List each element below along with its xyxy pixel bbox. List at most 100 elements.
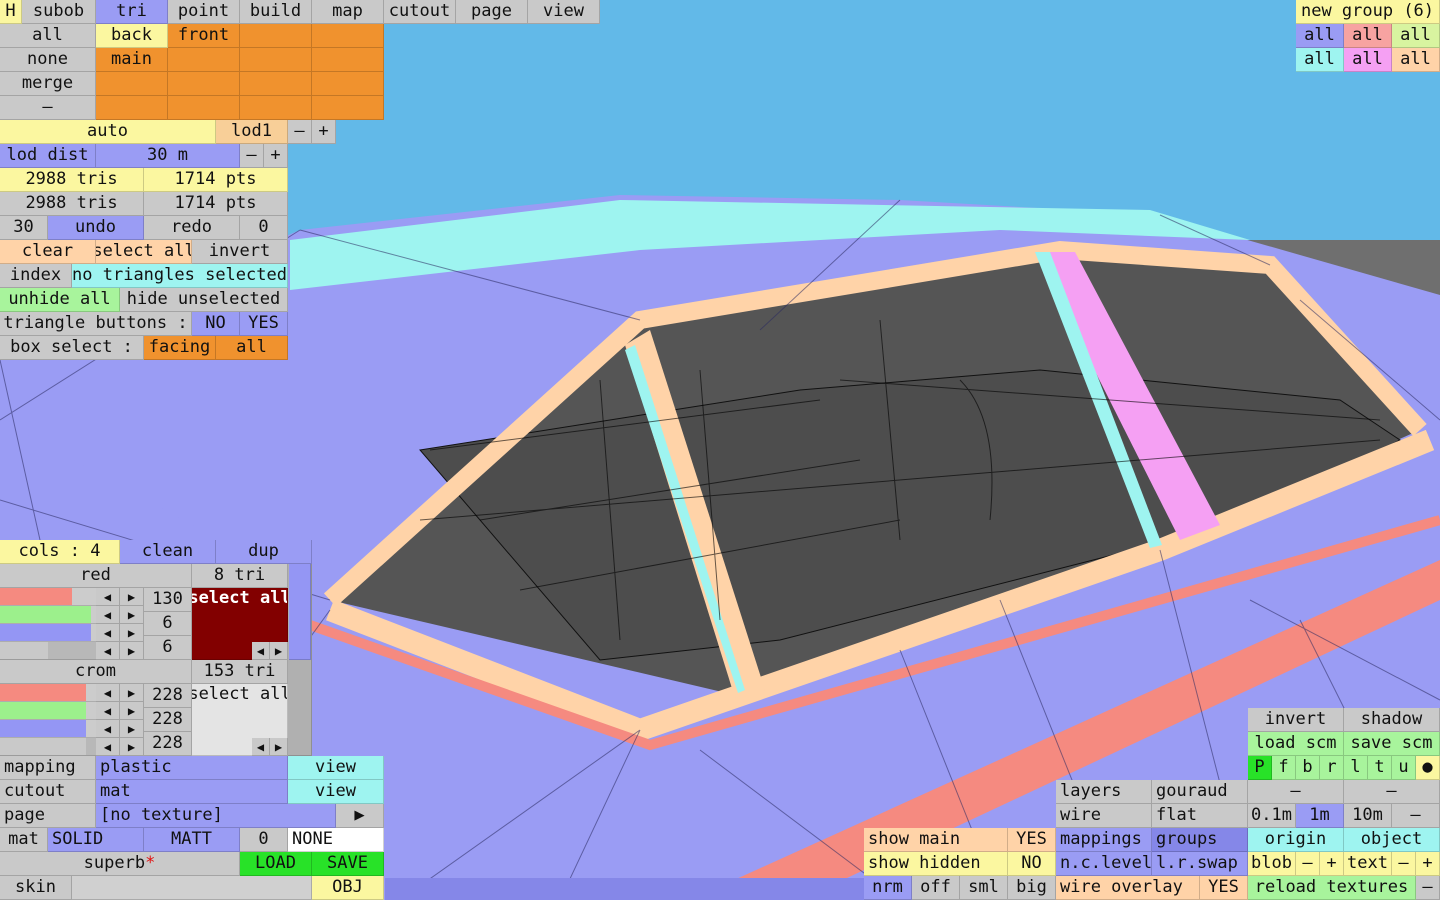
save-scm-button[interactable]: save scm (1344, 732, 1440, 756)
merge-button[interactable]: merge (0, 72, 96, 96)
dash-button[interactable]: – (0, 96, 96, 120)
green-channel-slider[interactable] (0, 606, 96, 624)
gouraud-button[interactable]: gouraud (1152, 780, 1248, 804)
invert-selection-button[interactable]: invert (192, 240, 288, 264)
blob-minus-button[interactable]: – (1296, 852, 1320, 876)
hide-unselected-button[interactable]: hide unselected (120, 288, 288, 312)
colour-name-red[interactable]: red (0, 564, 192, 588)
object-button[interactable]: object (1344, 828, 1440, 852)
view-dot-icon[interactable]: ● (1416, 756, 1440, 780)
text-plus-button[interactable]: + (1416, 852, 1440, 876)
reload-textures-button[interactable]: reload textures (1248, 876, 1416, 900)
green-increase-icon[interactable]: ▶ (120, 606, 144, 624)
new-group-button[interactable]: new group (6) (1296, 0, 1440, 24)
view-perspective-button[interactable]: P (1248, 756, 1272, 780)
group-all-yellow[interactable]: all (1392, 24, 1440, 48)
show-main-toggle[interactable]: YES (1008, 828, 1056, 852)
lod-plus-button[interactable]: + (312, 120, 336, 144)
unhide-all-button[interactable]: unhide all (0, 288, 120, 312)
triangle-buttons-no[interactable]: NO (192, 312, 240, 336)
colour-name-crom[interactable]: crom (0, 660, 192, 684)
dup-colour-button[interactable]: dup (216, 540, 312, 564)
crom-swatch-prev-icon[interactable]: ◀ (252, 738, 270, 756)
group-slot[interactable] (168, 48, 240, 72)
cutout-view-button[interactable]: view (288, 780, 384, 804)
group-slot[interactable] (312, 24, 384, 48)
mat-none-field[interactable]: NONE (288, 828, 384, 852)
group-slot[interactable] (240, 72, 312, 96)
view-back-button[interactable]: b (1296, 756, 1320, 780)
red-channel-slider[interactable] (0, 588, 96, 606)
mapping-view-button[interactable]: view (288, 756, 384, 780)
tab-build[interactable]: build (240, 0, 312, 24)
group-slot[interactable] (240, 24, 312, 48)
swatch-next-icon[interactable]: ▶ (270, 642, 288, 660)
blue-decrease-icon[interactable]: ◀ (96, 624, 120, 642)
crom-green-slider[interactable] (0, 702, 96, 720)
lr-swap-button[interactable]: l.r.swap (1152, 852, 1248, 876)
save-button[interactable]: SAVE (312, 852, 384, 876)
group-all-magenta[interactable]: all (1344, 48, 1392, 72)
crom-red-decrease-icon[interactable]: ◀ (96, 684, 120, 702)
texture-field[interactable]: [no texture] (96, 804, 336, 828)
finish-matt-button[interactable]: MATT (144, 828, 240, 852)
box-select-facing[interactable]: facing (144, 336, 216, 360)
normals-off-button[interactable]: off (912, 876, 960, 900)
select-all-button[interactable]: select all (96, 240, 192, 264)
front-button[interactable]: front (168, 24, 240, 48)
group-all-blue[interactable]: all (1296, 24, 1344, 48)
clean-colours-button[interactable]: clean (120, 540, 216, 564)
crom-green-decrease-icon[interactable]: ◀ (96, 702, 120, 720)
normals-nrm-button[interactable]: nrm (864, 876, 912, 900)
select-none-button[interactable]: none (0, 48, 96, 72)
group-slot[interactable] (96, 96, 168, 120)
scrollbar-thumb[interactable] (289, 564, 311, 660)
blob-plus-button[interactable]: + (1320, 852, 1344, 876)
crom-blue-increase-icon[interactable]: ▶ (120, 720, 144, 738)
wire-overlay-toggle[interactable]: YES (1200, 876, 1248, 900)
crom-blue-decrease-icon[interactable]: ◀ (96, 720, 120, 738)
tab-map[interactable]: map (312, 0, 384, 24)
group-slot[interactable] (168, 72, 240, 96)
alpha-increase-icon[interactable]: ▶ (120, 642, 144, 660)
wire-button[interactable]: wire (1056, 804, 1152, 828)
tab-cutout[interactable]: cutout (384, 0, 456, 24)
mappings-button[interactable]: mappings (1056, 828, 1152, 852)
tab-tri[interactable]: tri (96, 0, 168, 24)
auto-lod-button[interactable]: auto (0, 120, 216, 144)
flat-button[interactable]: flat (1152, 804, 1248, 828)
grid-dash-right[interactable]: – (1344, 780, 1440, 804)
layers-button[interactable]: layers (1056, 780, 1152, 804)
load-scm-button[interactable]: load scm (1248, 732, 1344, 756)
red-increase-icon[interactable]: ▶ (120, 588, 144, 606)
groups-button[interactable]: groups (1152, 828, 1248, 852)
obj-export-button[interactable]: OBJ (312, 876, 384, 900)
group-all-peach[interactable]: all (1392, 48, 1440, 72)
lod-minus-button[interactable]: – (288, 120, 312, 144)
crom-swatch-next-icon[interactable]: ▶ (270, 738, 288, 756)
index-button[interactable]: index (0, 264, 72, 288)
grid-dash-left[interactable]: – (1248, 780, 1344, 804)
crom-red-slider[interactable] (0, 684, 96, 702)
h-button[interactable]: H (0, 0, 22, 24)
origin-button[interactable]: origin (1248, 828, 1344, 852)
crom-alpha-slider[interactable] (0, 738, 96, 756)
text-minus-button[interactable]: – (1392, 852, 1416, 876)
group-slot[interactable] (312, 72, 384, 96)
normals-sml-button[interactable]: sml (960, 876, 1008, 900)
group-slot[interactable] (240, 48, 312, 72)
main-button[interactable]: main (96, 48, 168, 72)
tab-subob[interactable]: subob (22, 0, 96, 24)
undo-button[interactable]: undo (48, 216, 144, 240)
green-decrease-icon[interactable]: ◀ (96, 606, 120, 624)
red-decrease-icon[interactable]: ◀ (96, 588, 120, 606)
grid-off-button[interactable]: – (1392, 804, 1440, 828)
crom-alpha-decrease-icon[interactable]: ◀ (96, 738, 120, 756)
triangle-buttons-yes[interactable]: YES (240, 312, 288, 336)
blue-increase-icon[interactable]: ▶ (120, 624, 144, 642)
group-slot[interactable] (240, 96, 312, 120)
blue-channel-slider[interactable] (0, 624, 96, 642)
crom-alpha-increase-icon[interactable]: ▶ (120, 738, 144, 756)
group-all-cyan[interactable]: all (1296, 48, 1344, 72)
swatch-prev-icon[interactable]: ◀ (252, 642, 270, 660)
